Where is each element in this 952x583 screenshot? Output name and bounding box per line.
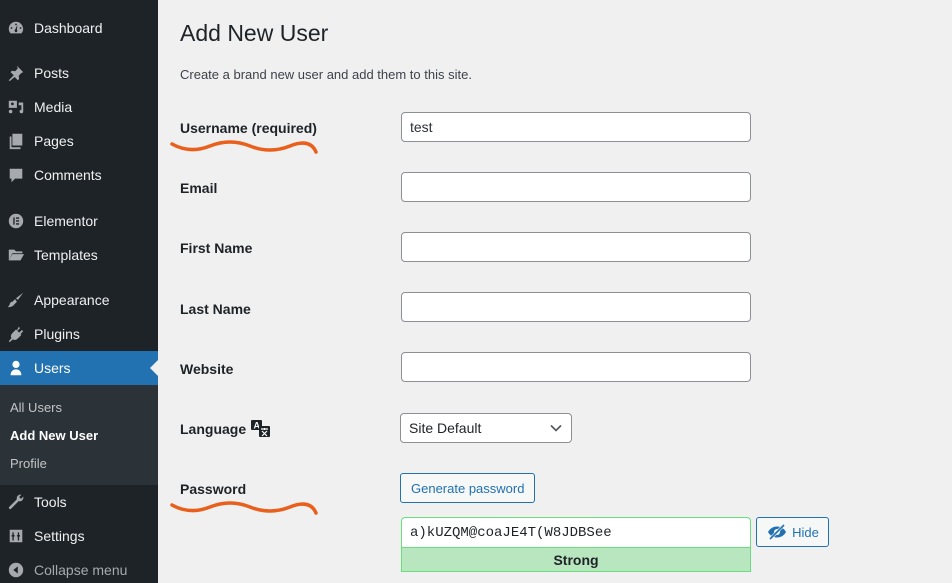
eye-slash-icon bbox=[768, 524, 787, 540]
password-input[interactable]: a)kUZQM@coaJE4T(W8JDBSee bbox=[401, 517, 751, 547]
sidebar-label: Tools bbox=[34, 494, 67, 510]
sidebar-label: Plugins bbox=[34, 326, 80, 342]
submenu-add-new-user[interactable]: Add New User bbox=[10, 428, 98, 443]
sidebar-label: Settings bbox=[34, 528, 85, 544]
website-input[interactable] bbox=[401, 352, 751, 382]
sidebar-item-users[interactable]: Users bbox=[0, 351, 158, 385]
last-name-label: Last Name bbox=[180, 301, 251, 317]
first-name-label: First Name bbox=[180, 240, 253, 256]
sidebar-item-comments[interactable]: Comments bbox=[0, 158, 158, 192]
dashboard-icon bbox=[6, 18, 26, 38]
last-name-input[interactable] bbox=[401, 292, 751, 322]
users-submenu: All Users Add New User Profile bbox=[0, 385, 158, 485]
sidebar-label: Pages bbox=[34, 133, 74, 149]
password-label: Password bbox=[180, 481, 247, 497]
sidebar-item-pages[interactable]: Pages bbox=[0, 124, 158, 158]
generate-password-button[interactable]: Generate password bbox=[400, 473, 536, 503]
sidebar-label: Comments bbox=[34, 167, 102, 183]
plugin-icon bbox=[6, 324, 26, 344]
language-label-text: Language bbox=[180, 421, 247, 437]
sidebar-item-media[interactable]: Media bbox=[0, 90, 158, 124]
sidebar-item-settings[interactable]: Settings bbox=[0, 519, 158, 553]
hide-label: Hide bbox=[792, 524, 819, 540]
hide-password-button[interactable]: Hide bbox=[756, 517, 829, 547]
password-field-group: a)kUZQM@coaJE4T(W8JDBSee Strong bbox=[401, 517, 751, 572]
sidebar-item-posts[interactable]: Posts bbox=[0, 56, 158, 90]
submenu-all-users[interactable]: All Users bbox=[10, 400, 62, 415]
sidebar-item-plugins[interactable]: Plugins bbox=[0, 317, 158, 351]
annotation-squiggle bbox=[170, 140, 318, 154]
sidebar-item-tools[interactable]: Tools bbox=[0, 485, 158, 519]
email-input[interactable] bbox=[401, 172, 751, 202]
translation-icon: A bbox=[251, 420, 271, 438]
sidebar-item-appearance[interactable]: Appearance bbox=[0, 283, 158, 317]
chevron-down-icon bbox=[550, 424, 562, 432]
username-label: Username (required) bbox=[180, 120, 317, 136]
first-name-input[interactable] bbox=[401, 232, 751, 262]
sidebar-label: Media bbox=[34, 99, 73, 115]
language-label: Language A bbox=[180, 420, 271, 438]
sidebar-label: Collapse menu bbox=[34, 562, 128, 578]
password-strength-indicator: Strong bbox=[401, 547, 751, 572]
comment-icon bbox=[6, 165, 26, 185]
sidebar-item-dashboard[interactable]: Dashboard bbox=[0, 11, 158, 45]
settings-icon bbox=[6, 526, 26, 546]
annotation-squiggle bbox=[170, 501, 318, 515]
submenu-profile[interactable]: Profile bbox=[10, 456, 47, 471]
language-select-value: Site Default bbox=[409, 420, 482, 436]
user-icon bbox=[6, 358, 26, 378]
brush-icon bbox=[6, 290, 26, 310]
collapse-menu-button[interactable]: Collapse menu bbox=[0, 553, 158, 583]
username-input[interactable] bbox=[401, 112, 751, 142]
page-title: Add New User bbox=[180, 20, 329, 46]
email-label: Email bbox=[180, 180, 218, 196]
collapse-icon bbox=[6, 560, 26, 580]
wrench-icon bbox=[6, 492, 26, 512]
pin-icon bbox=[6, 63, 26, 83]
media-icon bbox=[6, 97, 26, 117]
sidebar-item-elementor[interactable]: Elementor bbox=[0, 204, 158, 238]
elementor-icon bbox=[6, 211, 26, 231]
language-select[interactable]: Site Default bbox=[400, 413, 572, 443]
sidebar-label: Elementor bbox=[34, 213, 98, 229]
page-description: Create a brand new user and add them to … bbox=[180, 67, 472, 82]
sidebar-label: Dashboard bbox=[34, 20, 103, 36]
pages-icon bbox=[6, 131, 26, 151]
sidebar-label: Users bbox=[34, 360, 71, 376]
sidebar-label: Posts bbox=[34, 65, 70, 81]
admin-sidebar: Dashboard Posts Media Pages Comments Ele… bbox=[0, 0, 158, 583]
sidebar-label: Appearance bbox=[34, 292, 110, 308]
folder-icon bbox=[6, 245, 26, 265]
sidebar-item-templates[interactable]: Templates bbox=[0, 238, 158, 272]
sidebar-label: Templates bbox=[34, 247, 98, 263]
website-label: Website bbox=[180, 361, 234, 377]
